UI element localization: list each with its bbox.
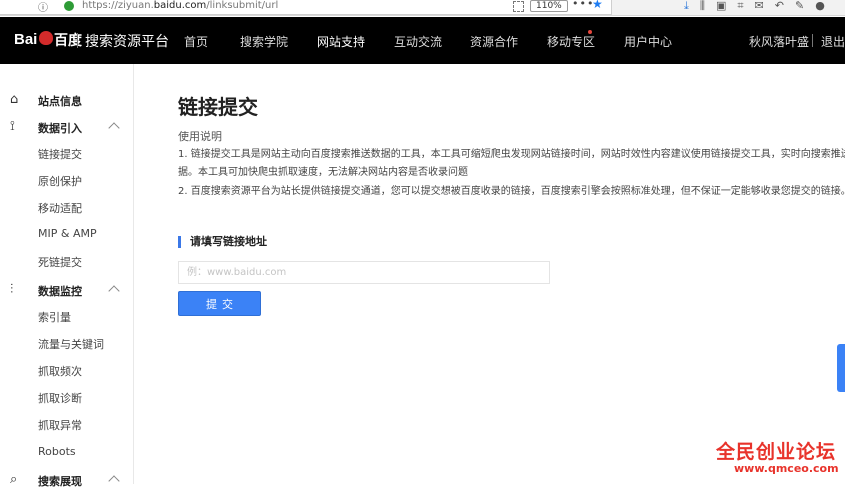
data-import-icon: ⟟ (10, 119, 15, 134)
main-content: 链接提交 使用说明 1. 链接提交工具是网站主动向百度搜索推送数据的工具，本工具… (135, 64, 845, 484)
sidebar-group-label: 搜索展现 (38, 475, 82, 488)
sidebar-item-robots[interactable]: Robots (38, 445, 76, 458)
watermark-url: www.qmceo.com (734, 462, 839, 475)
page-title: 链接提交 (178, 95, 258, 119)
section-heading: 请填写链接地址 (178, 236, 267, 248)
top-navigation: Bai 百度 搜索资源平台 首页 搜索学院 网站支持 互动交流 资源合作 移动专… (0, 17, 845, 64)
usage-line-3: 2. 百度搜索资源平台为站长提供链接提交通道，您可以提交想被百度收录的链接，百度… (178, 186, 845, 197)
zoom-level-badge[interactable]: 110% (530, 0, 568, 12)
feedback-side-tab[interactable] (837, 344, 845, 392)
logo-divider (77, 33, 78, 48)
lock-icon[interactable] (64, 1, 74, 11)
user-divider (812, 34, 813, 47)
baidu-paw-icon[interactable] (39, 31, 53, 45)
nav-home[interactable]: 首页 (184, 33, 208, 50)
nav-user-center[interactable]: 用户中心 (624, 33, 672, 50)
bookmark-star-icon[interactable]: ★ (592, 0, 603, 11)
sidebar-item-link-submit[interactable]: 链接提交 (38, 146, 82, 162)
chat-icon[interactable]: ✉ (755, 0, 764, 13)
chevron-up-icon[interactable] (108, 122, 120, 134)
sidebar-item-mip-amp[interactable]: MIP & AMP (38, 227, 97, 240)
sidebar-item-original-protect[interactable]: 原创保护 (38, 173, 82, 189)
sidebar-group-data-import[interactable]: ⟟ 数据引入 (0, 118, 134, 138)
sidebar-item-mobile-adapt[interactable]: 移动适配 (38, 200, 82, 216)
chevron-up-icon[interactable] (108, 285, 120, 297)
screenshot-icon[interactable]: ⌗ (737, 0, 743, 13)
address-bar[interactable]: ⓘ https://ziyuan.baidu.com/linksubmit/ur… (0, 0, 612, 15)
url-text[interactable]: https://ziyuan.baidu.com/linksubmit/url (82, 0, 278, 12)
sidebar-item-site-info[interactable]: ⌂ 站点信息 (0, 91, 134, 111)
sidebar-item-crawl-frequency[interactable]: 抓取频次 (38, 363, 82, 379)
account-icon[interactable]: ● (815, 0, 825, 13)
platform-name[interactable]: 搜索资源平台 (85, 31, 169, 51)
edit-icon[interactable]: ✎ (795, 0, 804, 13)
url-input[interactable] (178, 261, 550, 284)
nav-mobile[interactable]: 移动专区 (547, 33, 595, 50)
home-icon: ⌂ (10, 92, 19, 107)
sidebar-item-crawl-diagnosis[interactable]: 抓取诊断 (38, 390, 82, 406)
browser-toolbar-icons: ⤓ ⫼ ▣ ⌗ ✉ ↶ ✎ ● (684, 0, 825, 13)
info-icon[interactable]: ⓘ (38, 0, 48, 14)
logo-text[interactable]: Bai (14, 31, 37, 48)
chevron-up-icon[interactable] (108, 475, 120, 487)
nav-academy[interactable]: 搜索学院 (240, 33, 288, 50)
qr-code-icon[interactable] (513, 1, 524, 12)
sidebar-group-label: 数据引入 (38, 122, 82, 135)
logout-link[interactable]: 退出 (821, 33, 845, 50)
nav-interaction[interactable]: 互动交流 (394, 33, 442, 50)
sidebar-item-label: 站点信息 (38, 95, 82, 108)
nav-site-support[interactable]: 网站支持 (317, 33, 365, 50)
user-name[interactable]: 秋风落叶盛 (749, 33, 809, 50)
sidebar-group-data-monitor[interactable]: ⫶ 数据监控 (0, 281, 134, 301)
notification-dot (588, 30, 592, 34)
undo-icon[interactable]: ↶ (775, 0, 784, 13)
submit-button[interactable]: 提交 (178, 291, 261, 316)
sidebar-item-dead-link[interactable]: 死链提交 (38, 254, 82, 270)
sidebar-item-index[interactable]: 索引量 (38, 309, 71, 325)
library-icon[interactable]: ⫼ (700, 0, 705, 13)
download-icon[interactable]: ⤓ (684, 0, 689, 13)
sidebar-group-label: 数据监控 (38, 285, 82, 298)
sidebar-item-crawl-errors[interactable]: 抓取异常 (38, 417, 82, 433)
chart-icon: ⫶ (10, 282, 14, 297)
usage-line-1: 1. 链接提交工具是网站主动向百度搜索推送数据的工具，本工具可缩短爬虫发现网站链… (178, 149, 845, 160)
watermark-text: 全民创业论坛 (716, 441, 837, 463)
usage-heading: 使用说明 (178, 130, 222, 143)
browser-toolbar: ⓘ https://ziyuan.baidu.com/linksubmit/ur… (0, 0, 845, 16)
sidebar: ⌂ 站点信息 ⟟ 数据引入 链接提交 原创保护 移动适配 MIP & AMP 死… (0, 64, 134, 488)
sidebar-item-traffic[interactable]: 流量与关键词 (38, 336, 104, 352)
nav-cooperation[interactable]: 资源合作 (470, 33, 518, 50)
sidebar-toggle-icon[interactable]: ▣ (716, 0, 726, 13)
usage-line-2: 据。本工具可加快爬虫抓取速度，无法解决网站内容是否收录问题 (178, 167, 468, 178)
sidebar-group-search-display[interactable]: ⌕ 搜索展现 (0, 471, 134, 491)
search-icon: ⌕ (10, 472, 18, 487)
